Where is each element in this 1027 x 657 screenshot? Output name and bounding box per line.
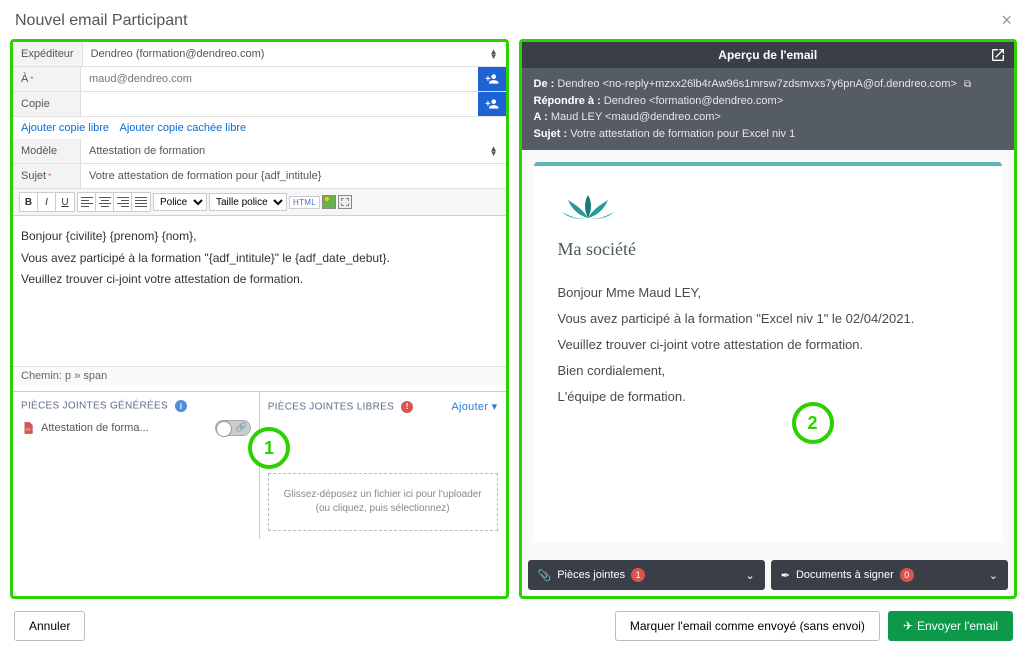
copy-row: Copie — [13, 92, 506, 117]
dropzone[interactable]: Glissez-déposez un fichier ici pour l'up… — [268, 473, 498, 531]
subject-label: Sujet* — [13, 164, 81, 188]
font-size-select[interactable]: Taille police — [209, 193, 287, 211]
free-attachments: PIÈCES JOINTES LIBRES ! Ajouter ▾ Glisse… — [260, 392, 506, 539]
sender-label: Expéditeur — [13, 42, 83, 66]
align-center-button[interactable] — [96, 193, 114, 211]
to-row: À* — [13, 67, 506, 92]
subject-row: Sujet* Votre attestation de formation po… — [13, 164, 506, 189]
editor-body[interactable]: Bonjour {civilite} {prenom} {nom}, Vous … — [13, 216, 506, 366]
signature-icon: ✒ — [781, 569, 790, 582]
paperclip-icon: 📎 — [538, 569, 552, 582]
underline-button[interactable]: U — [56, 193, 74, 211]
documents-accordion[interactable]: ✒ Documents à signer 0 ⌄ — [771, 560, 1008, 590]
external-link-icon[interactable]: ⧉ — [964, 79, 971, 90]
person-plus-icon — [485, 72, 499, 86]
share-icon[interactable] — [990, 47, 1006, 66]
email-card: Ma société Bonjour Mme Maud LEY, Vous av… — [534, 162, 1003, 542]
attachments-accordion[interactable]: 📎 Pièces jointes 1 ⌄ — [528, 560, 765, 590]
modal-header: Nouvel email Participant × — [0, 0, 1027, 39]
insert-template-icon[interactable] — [338, 195, 352, 209]
cc-links: Ajouter copie libre Ajouter copie cachée… — [13, 117, 506, 139]
modal-title: Nouvel email Participant — [15, 12, 188, 30]
add-cc-link[interactable]: Ajouter copie libre — [21, 122, 109, 134]
email-body: Bonjour Mme Maud LEY, Vous avez particip… — [558, 280, 979, 410]
add-contact-cc-button[interactable] — [478, 92, 506, 116]
copy-label: Copie — [13, 92, 81, 116]
font-select[interactable]: Police — [153, 193, 207, 211]
preview-panel: 2 Aperçu de l'email De : Dendreo <no-rep… — [519, 39, 1018, 599]
preview-header: Aperçu de l'email — [522, 42, 1015, 68]
model-label: Modèle — [13, 139, 81, 163]
preview-meta: De : Dendreo <no-reply+mzxx26lb4rAw96s1m… — [522, 68, 1015, 150]
italic-button[interactable]: I — [38, 193, 56, 211]
model-row: Modèle Attestation de formation ▲▼ — [13, 139, 506, 164]
to-input[interactable] — [81, 67, 478, 91]
chevron-updown-icon: ▲▼ — [490, 49, 498, 59]
pdf-icon — [21, 421, 35, 435]
chevron-down-icon: ⌄ — [989, 569, 998, 582]
add-bcc-link[interactable]: Ajouter copie cachée libre — [120, 122, 247, 134]
editor-toolbar: B I U Police Taille police HTML — [13, 189, 506, 216]
attachment-item: Attestation de forma... 🔗 — [21, 420, 251, 436]
sender-select[interactable]: Dendreo (formation@dendreo.com) ▲▼ — [83, 42, 506, 66]
image-icon[interactable] — [322, 195, 336, 209]
mark-sent-button[interactable]: Marquer l'email comme envoyé (sans envoi… — [615, 611, 880, 641]
attachment-toggle[interactable]: 🔗 — [215, 420, 251, 436]
align-left-button[interactable] — [78, 193, 96, 211]
chevron-down-icon: ⌄ — [746, 569, 755, 582]
badge-count: 0 — [900, 568, 914, 582]
company-logo: Ma société — [558, 190, 979, 260]
to-label: À* — [13, 67, 81, 91]
close-icon[interactable]: × — [1001, 10, 1012, 31]
editor-path: Chemin: p » span — [13, 366, 506, 385]
model-select[interactable]: Attestation de formation ▲▼ — [81, 139, 506, 163]
link-icon: 🔗 — [236, 422, 247, 433]
copy-input[interactable] — [81, 92, 478, 116]
callout-circle-1: 1 — [248, 427, 290, 469]
bold-button[interactable]: B — [20, 193, 38, 211]
person-plus-icon — [485, 97, 499, 111]
callout-circle-2: 2 — [792, 402, 834, 444]
add-contact-button[interactable] — [478, 67, 506, 91]
html-button[interactable]: HTML — [289, 196, 320, 209]
email-frame: Ma société Bonjour Mme Maud LEY, Vous av… — [522, 150, 1015, 554]
align-right-button[interactable] — [114, 193, 132, 211]
modal-footer: Annuler Marquer l'email comme envoyé (sa… — [0, 599, 1027, 653]
cancel-button[interactable]: Annuler — [14, 611, 85, 641]
info-icon[interactable]: i — [175, 400, 187, 412]
subject-input[interactable]: Votre attestation de formation pour {adf… — [81, 164, 506, 188]
badge-count: 1 — [631, 568, 645, 582]
lotus-icon — [558, 190, 618, 232]
add-attachment-link[interactable]: Ajouter ▾ — [451, 400, 497, 413]
send-icon: ✈ — [903, 619, 913, 633]
warning-icon[interactable]: ! — [401, 401, 413, 413]
chevron-updown-icon: ▲▼ — [490, 146, 498, 156]
preview-footer: 📎 Pièces jointes 1 ⌄ ✒ Documents à signe… — [522, 554, 1015, 596]
sender-row: Expéditeur Dendreo (formation@dendreo.co… — [13, 42, 506, 67]
compose-panel: 1 Expéditeur Dendreo (formation@dendreo.… — [10, 39, 509, 599]
align-justify-button[interactable] — [132, 193, 150, 211]
send-button[interactable]: ✈Envoyer l'email — [888, 611, 1013, 641]
generated-attachments: PIÈCES JOINTES GÉNÉRÉES i Attestation de… — [13, 392, 260, 539]
